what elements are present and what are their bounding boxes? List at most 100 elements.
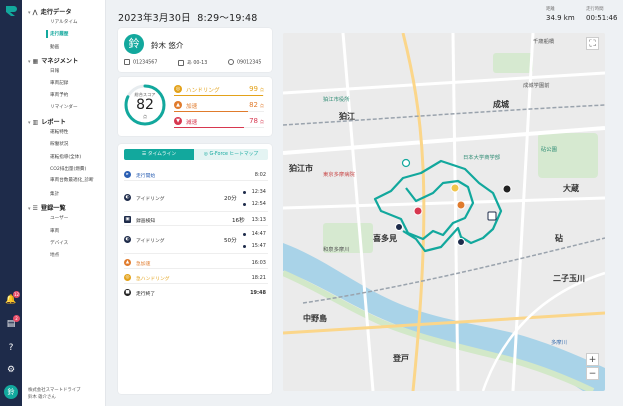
nav-item-daily-report[interactable]: 日報 [50,68,59,74]
car-icon [178,59,184,66]
driver-name: 鈴木 悠介 [151,41,184,50]
video-marker[interactable] [487,211,497,221]
accel-icon: ▲ [174,101,182,109]
list-icon: ☰ [32,205,38,212]
timeline-event[interactable]: ▣ 録画検知 16秒 13:13 [124,214,268,226]
nav-item-history[interactable]: 走行履歴 [50,31,68,37]
score-unit: 点 [142,114,148,119]
map-label-nakanoshima: 中野島 [303,314,327,323]
timeline-event[interactable]: ◐ アイドリング 50分 14:47 15:47 [124,230,268,254]
logo-icon[interactable] [4,4,18,18]
handling-icon: ◎ [124,274,131,281]
task-badge: 2 [13,315,20,322]
nav-item-vehicles[interactable]: 車両 [50,228,59,234]
duration-stat: 走行時間 00:51:46 [586,7,618,22]
nav-item-users[interactable]: ユーザー [50,215,68,221]
map-label-kinuta-park: 砧公園 [541,147,557,153]
score-value: 82 [136,97,154,113]
end-marker[interactable] [502,184,512,194]
nav-item-driving-traits[interactable]: 運転特性 [50,129,68,135]
nav-item-reservation[interactable]: 車両予約 [50,92,68,98]
user-avatar[interactable]: 鈴 [4,385,18,399]
nav-section-management[interactable]: ▾ ▦ マネジメント [28,56,78,65]
timeline-event[interactable]: ■ 走行終了 19:48 [124,287,268,299]
map-label-noborito: 登戸 [393,354,409,363]
video-icon: ▣ [124,216,131,223]
start-icon: ▸ [124,171,131,178]
handling-marker[interactable] [450,183,460,193]
notification-badge: 12 [13,291,20,298]
driver-card: 鈴 鈴木 悠介 01234567 あ 00-13 09012345 [118,28,272,72]
accel-icon: ▲ [124,259,131,266]
bell-icon[interactable]: 🔔 12 [5,291,20,306]
nav-sidebar: ▾ ⋀ 走行データ リアルタイム 走行履歴 動画 ▾ ▦ マネジメント 日報 車両記録 … [22,0,106,406]
metric-acceleration: ▲ 加速 82 点 [174,101,266,114]
decel-icon: ▼ [174,117,182,125]
nav-item-video[interactable]: 動画 [50,44,59,50]
map-label-komae-stn: 狛江 [339,112,355,121]
timeline-event[interactable]: ◎ 急ハンドリング 18:21 [124,272,268,284]
vehicle-plate: あ 00-13 [178,59,207,66]
map-label-senzoku: 千歳船橋 [533,39,555,45]
nav-item-realtime[interactable]: リアルタイム [50,19,77,25]
map-label-izumi: 和泉多摩川 [323,247,350,253]
driver-avatar: 鈴 [124,34,144,54]
map-label-komae-office: 狛江市役所 [323,97,350,103]
map-label-kinuta: 砧 [555,234,563,243]
map-label-seijo-gakuen: 成城学園前 [523,83,550,89]
nav-item-summary[interactable]: 集計 [50,191,59,197]
active-indicator [46,30,48,38]
logged-in-user: 鈴木 雄介さん [28,395,56,400]
driver-id: 01234567 [124,59,157,66]
park-area [493,53,533,73]
handling-icon: ◎ [174,85,182,93]
trip-date-header: 2023年3月30日 8:29〜19:48 [118,13,258,24]
nav-item-co2[interactable]: CO2排出量(燃費) [50,166,86,172]
map-label-okura: 大蔵 [563,184,579,193]
map-label-tokyo-tama: 東京多摩病院 [323,172,355,178]
phone-icon [228,59,234,65]
help-icon[interactable]: ? [5,342,17,354]
accel-marker[interactable] [456,200,466,210]
chart-icon: ▥ [32,119,39,126]
zoom-out-button[interactable]: − [586,367,599,380]
nav-item-reminder[interactable]: リマインダー [50,104,78,110]
route-map[interactable]: 狛江市 成城 成城学園前 喜多見 登戸 多摩川 中野島 和泉多摩川 狛江 砧 大… [283,33,605,391]
nav-item-operation[interactable]: 稼働状況 [50,141,68,147]
route-icon: ⋀ [32,9,38,16]
nav-item-coaching[interactable]: 運転指導(全体) [50,154,81,160]
driver-phone: 09012345 [228,59,261,66]
idling-marker[interactable] [457,238,465,246]
metric-handling: ◎ ハンドリング 99 点 [174,85,266,98]
nav-item-devices[interactable]: デバイス [50,240,68,246]
nav-section-registry[interactable]: ▾ ☰ 登録一覧 [28,203,66,212]
map-label-nihon-univ: 日本大学商学部 [463,155,501,161]
end-icon: ■ [124,289,131,296]
nav-item-vehicle-record[interactable]: 車両記録 [50,80,68,86]
zoom-in-button[interactable]: + [586,353,599,366]
tab-gforce-heatmap[interactable]: ◎ G-Force ヒートマップ [194,149,268,160]
timeline-event[interactable]: ◐ アイドリング 20分 12:34 12:54 [124,188,268,212]
decel-marker[interactable] [413,206,423,216]
timeline-event[interactable]: ▲ 急加速 16:03 [124,257,268,269]
metric-deceleration: ▼ 減速 78 点 [174,117,266,130]
map-label-futako: 二子玉川 [553,274,585,283]
nav-section-driving-data[interactable]: ▾ ⋀ 走行データ [28,7,72,16]
score-card: 総合スコア 82 点 ◎ ハンドリング 99 点 ▲ 加速 82 点 ▼ 減速 … [118,77,272,136]
map-label-kitami: 喜多見 [373,234,397,243]
grid-icon: ▦ [32,58,39,65]
start-marker[interactable] [401,158,411,168]
nav-item-fleet-optimize[interactable]: 車両台数最適化_診断 [50,178,100,184]
id-card-icon [124,59,130,65]
timeline-event[interactable]: ▸ 走行開始 8:02 [124,169,268,181]
clipboard-icon[interactable]: ▤ 2 [5,315,20,330]
nav-item-locations[interactable]: 地点 [50,252,59,258]
fullscreen-button[interactable]: ⛶ [586,37,599,50]
map-label-tamagawa: 多摩川 [551,340,567,346]
tab-timeline[interactable]: ☰ タイムライン [124,149,194,160]
idling-marker[interactable] [395,223,403,231]
timeline-card: ☰ タイムライン ◎ G-Force ヒートマップ ▸ 走行開始 8:02 ◐ … [118,144,272,394]
settings-icon[interactable]: ⚙ [5,364,17,376]
distance-stat: 距離 34.9 km [546,7,575,22]
nav-section-report[interactable]: ▾ ▥ レポート [28,117,66,126]
